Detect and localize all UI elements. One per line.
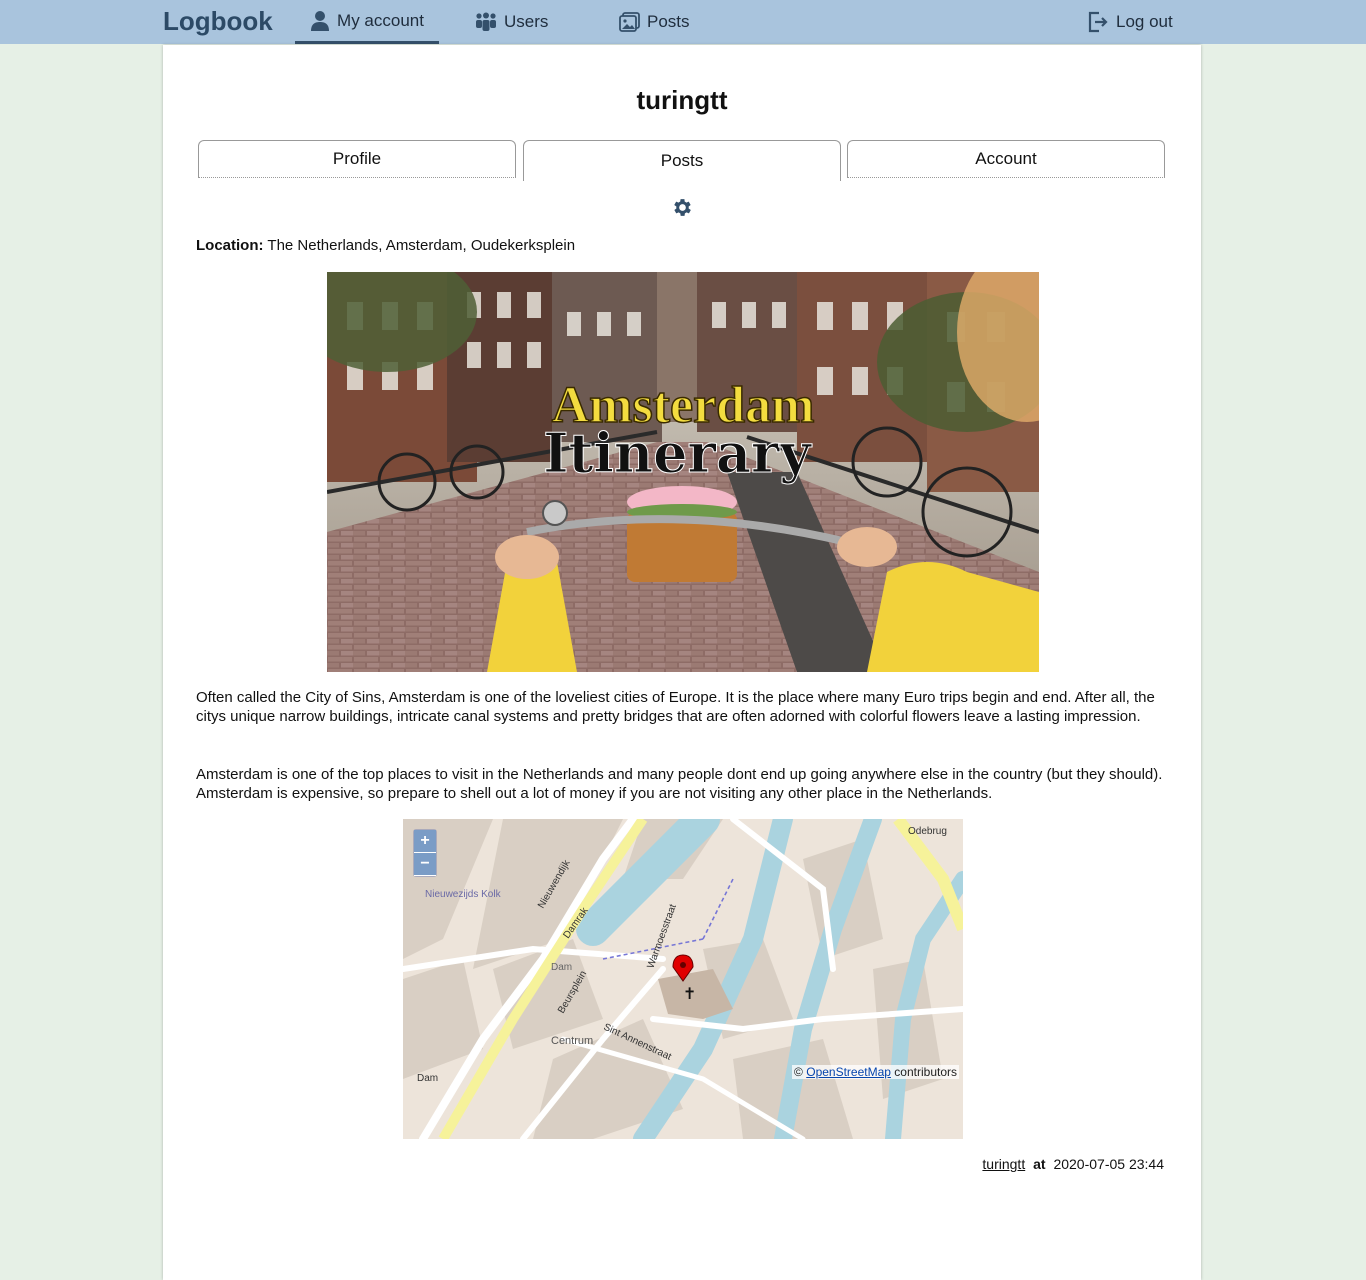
person-icon: [311, 10, 330, 31]
post-footer: turingtt at 2020-07-05 23:44: [982, 1156, 1164, 1172]
images-icon: [619, 12, 640, 32]
gear-icon[interactable]: [671, 196, 694, 219]
zoom-in-button[interactable]: +: [414, 830, 436, 853]
zoom-out-button[interactable]: −: [414, 853, 436, 876]
location-value: The Netherlands, Amsterdam, Oudekerksple…: [267, 237, 576, 254]
logout-label: Log out: [1116, 12, 1173, 31]
logout-button[interactable]: Log out: [1087, 0, 1173, 44]
openstreetmap-link[interactable]: OpenStreetMap: [806, 1065, 891, 1079]
location-map[interactable]: Dam Centrum Dam Odebrug Nieuwezijds Kolk…: [403, 819, 963, 1139]
brand-logo[interactable]: Logbook: [163, 6, 273, 37]
map-label-odebrug: Odebrug: [908, 826, 947, 837]
tab-posts[interactable]: Posts: [523, 140, 841, 181]
post-timestamp: 2020-07-05 23:44: [1053, 1156, 1164, 1172]
post-paragraph-1: Often called the City of Sins, Amsterdam…: [196, 689, 1155, 725]
top-navbar: Logbook My account Users Posts Log out: [0, 0, 1366, 44]
profile-card: turingtt Profile Posts Account Location:…: [163, 45, 1201, 1280]
attribution-suffix: contributors: [894, 1065, 957, 1079]
location-label: Location:: [196, 237, 264, 254]
map-attribution: © OpenStreetMap contributors: [792, 1065, 959, 1079]
map-zoom-control: + −: [413, 829, 437, 877]
post-image: Amsterdam Itinerary: [327, 272, 1039, 672]
post-at-label: at: [1033, 1156, 1046, 1172]
map-label-dam-square: Dam: [551, 962, 572, 973]
users-icon: [476, 12, 496, 31]
map-label-nieuwezijds-kolk: Nieuwezijds Kolk: [425, 889, 502, 900]
nav-users[interactable]: Users: [475, 0, 548, 44]
post-location: Location: The Netherlands, Amsterdam, Ou…: [196, 237, 575, 254]
nav-posts[interactable]: Posts: [619, 0, 690, 44]
post-paragraph-2: Amsterdam is one of the top places to vi…: [196, 766, 1163, 802]
profile-username: turingtt: [636, 85, 728, 115]
map-tiles: Dam Centrum Dam Odebrug Nieuwezijds Kolk…: [403, 819, 963, 1139]
nav-my-account[interactable]: My account: [295, 0, 439, 44]
logout-icon: [1088, 11, 1108, 33]
tab-account[interactable]: Account: [847, 140, 1165, 178]
amsterdam-bike-photo: Amsterdam Itinerary: [327, 272, 1039, 672]
nav-posts-label: Posts: [647, 12, 690, 31]
map-label-centrum: Centrum: [551, 1035, 593, 1047]
attribution-prefix: ©: [794, 1065, 803, 1079]
nav-my-account-label: My account: [337, 10, 424, 30]
tab-profile[interactable]: Profile: [198, 140, 516, 178]
post-author-link[interactable]: turingtt: [982, 1156, 1025, 1172]
nav-users-label: Users: [504, 12, 549, 31]
image-title-line2: Itinerary: [543, 421, 812, 485]
church-icon: ✝: [683, 984, 696, 1003]
map-label-dam: Dam: [417, 1073, 438, 1084]
